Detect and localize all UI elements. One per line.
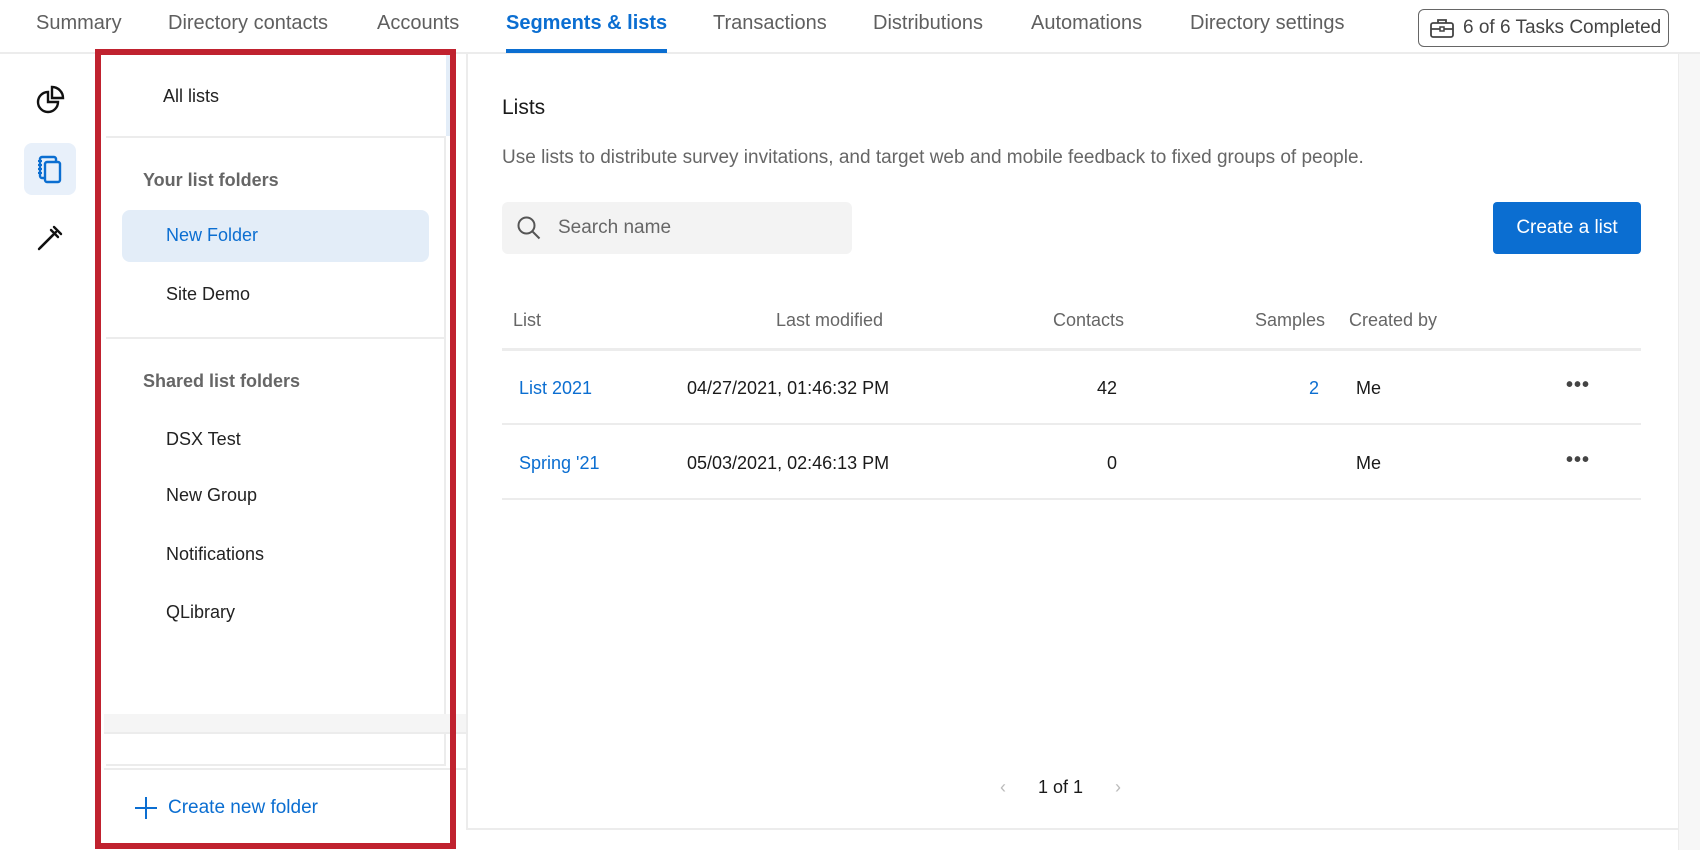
page-indicator: 1 of 1 xyxy=(1038,777,1083,798)
search-placeholder: Search name xyxy=(558,217,671,239)
create-folder-label: Create new folder xyxy=(168,797,318,819)
more-options-icon[interactable]: ••• xyxy=(1566,449,1590,472)
column-header-last-modified[interactable]: Last modified xyxy=(776,310,883,331)
samples-link[interactable]: 2 xyxy=(1309,378,1319,399)
folder-item-site-demo[interactable]: Site Demo xyxy=(166,284,250,305)
folder-item-qlibrary[interactable]: QLibrary xyxy=(166,602,235,623)
table-header-divider xyxy=(502,348,1641,351)
last-modified: 05/03/2021, 02:46:13 PM xyxy=(687,453,889,474)
lists-panel xyxy=(466,54,1678,830)
page-title: Lists xyxy=(502,96,545,120)
column-header-list[interactable]: List xyxy=(513,310,541,331)
column-header-samples[interactable]: Samples xyxy=(1255,310,1325,331)
eyedropper-icon xyxy=(34,222,66,254)
shared-folders-heading: Shared list folders xyxy=(143,371,300,392)
scrollbar[interactable] xyxy=(1678,54,1700,850)
column-header-contacts[interactable]: Contacts xyxy=(1053,310,1124,331)
list-name-link[interactable]: Spring '21 xyxy=(519,453,600,474)
folder-item-new-group[interactable]: New Group xyxy=(166,485,257,506)
tab-segments-lists[interactable]: Segments & lists xyxy=(506,12,667,35)
divider xyxy=(104,768,466,770)
tab-directory-contacts[interactable]: Directory contacts xyxy=(168,12,328,35)
create-folder-button[interactable]: Create new folder xyxy=(134,796,318,820)
created-by: Me xyxy=(1356,453,1381,474)
pagination: ‹ 1 of 1 › xyxy=(1000,777,1121,798)
create-list-button[interactable]: Create a list xyxy=(1493,202,1641,254)
briefcase-icon xyxy=(1429,17,1455,39)
active-tab-indicator xyxy=(506,49,667,53)
page-description: Use lists to distribute survey invitatio… xyxy=(502,147,1364,169)
divider xyxy=(106,337,444,339)
search-input[interactable]: Search name xyxy=(502,202,852,254)
contacts-count: 42 xyxy=(1097,378,1117,399)
tab-accounts[interactable]: Accounts xyxy=(377,12,459,35)
tab-summary[interactable]: Summary xyxy=(36,12,122,35)
created-by: Me xyxy=(1356,378,1381,399)
folder-label: New Folder xyxy=(166,225,258,246)
chevron-left-icon[interactable]: ‹ xyxy=(1000,777,1006,798)
column-header-created-by[interactable]: Created by xyxy=(1349,310,1437,331)
pie-chart-icon xyxy=(34,84,66,116)
folder-item-new-folder[interactable]: New Folder xyxy=(122,210,429,262)
tab-distributions[interactable]: Distributions xyxy=(873,12,983,35)
search-icon xyxy=(516,215,542,241)
your-folders-heading: Your list folders xyxy=(143,170,279,191)
contacts-count: 0 xyxy=(1107,453,1117,474)
chevron-right-icon[interactable]: › xyxy=(1115,777,1121,798)
row-divider xyxy=(502,423,1641,425)
list-name-link[interactable]: List 2021 xyxy=(519,378,592,399)
rail-lists[interactable] xyxy=(24,143,76,195)
more-options-icon[interactable]: ••• xyxy=(1566,374,1590,397)
plus-icon xyxy=(134,796,158,820)
tasks-label: 6 of 6 Tasks Completed xyxy=(1463,17,1661,39)
folder-item-dsx-test[interactable]: DSX Test xyxy=(166,429,241,450)
rail-tools[interactable] xyxy=(24,212,76,264)
tab-directory-settings[interactable]: Directory settings xyxy=(1190,12,1345,35)
tasks-completed-button[interactable]: 6 of 6 Tasks Completed xyxy=(1418,9,1669,47)
tab-automations[interactable]: Automations xyxy=(1031,12,1142,35)
all-lists-item[interactable]: All lists xyxy=(106,54,450,136)
last-modified: 04/27/2021, 01:46:32 PM xyxy=(687,378,889,399)
rail-dashboard[interactable] xyxy=(24,74,76,126)
tab-transactions[interactable]: Transactions xyxy=(713,12,827,35)
top-nav: Summary Directory contacts Accounts Segm… xyxy=(0,0,1700,54)
all-lists-label: All lists xyxy=(163,86,219,107)
row-divider xyxy=(502,498,1641,500)
sidebar-footer-gap xyxy=(104,714,466,734)
notebook-icon xyxy=(34,153,66,185)
folder-item-notifications[interactable]: Notifications xyxy=(166,544,264,565)
